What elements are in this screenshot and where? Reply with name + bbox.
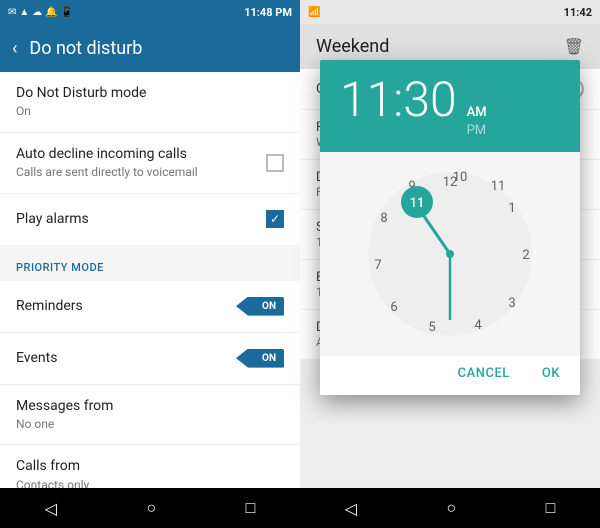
setting-dnd-text: Do Not Disturb mode On — [16, 84, 284, 120]
time-left: 11:48 PM — [244, 6, 292, 19]
setting-reminders-title: Reminders — [16, 297, 236, 315]
setting-messages-from[interactable]: Messages from No one — [0, 385, 300, 446]
camera-icon: 🔔 — [45, 7, 57, 18]
setting-reminders[interactable]: Reminders ON — [0, 281, 300, 333]
reminders-toggle[interactable]: ON — [236, 297, 284, 316]
clock-face-container[interactable]: 12 1 2 3 4 5 6 7 8 9 10 11 — [320, 152, 580, 356]
clock-svg: 12 1 2 3 4 5 6 7 8 9 10 11 — [360, 164, 540, 344]
setting-auto-subtitle: Calls are sent directly to voicemail — [16, 165, 266, 181]
setting-messages-text: Messages from No one — [16, 397, 284, 433]
sim-icon: 📶 — [308, 7, 320, 18]
cancel-button[interactable]: CANCEL — [450, 360, 518, 387]
svg-text:7: 7 — [374, 258, 381, 273]
back-nav-left[interactable]: ◁ — [45, 499, 57, 518]
svg-text:3: 3 — [508, 296, 515, 311]
setting-dnd-subtitle: On — [16, 104, 284, 120]
recent-nav-right[interactable]: □ — [546, 498, 556, 518]
right-panel: 📶 11:42 Weekend 🗑 Off Rule n Weeke... Da… — [300, 0, 600, 528]
play-alarms-checkbox[interactable]: ✓ — [266, 210, 284, 228]
home-nav-left[interactable]: ○ — [146, 498, 156, 518]
setting-auto-decline[interactable]: Auto decline incoming calls Calls are se… — [0, 133, 300, 194]
setting-messages-title: Messages from — [16, 397, 284, 415]
setting-messages-subtitle: No one — [16, 417, 284, 433]
setting-auto-text: Auto decline incoming calls Calls are se… — [16, 145, 266, 181]
status-bar-left: ✉ ▲ ☁ 🔔 📱 11:48 PM — [0, 0, 300, 24]
setting-calls-from[interactable]: Calls from Contacts only — [0, 445, 300, 488]
trash-icon[interactable]: 🗑 — [564, 37, 584, 56]
setting-calls-text: Calls from Contacts only — [16, 457, 284, 488]
events-toggle[interactable]: ON — [236, 349, 284, 368]
header-title-left: Do not disturb — [29, 38, 142, 59]
svg-text:10: 10 — [453, 170, 468, 185]
svg-text:4: 4 — [474, 318, 482, 333]
svg-text:1: 1 — [508, 201, 515, 216]
setting-auto-title: Auto decline incoming calls — [16, 145, 266, 163]
svg-text:8: 8 — [380, 211, 387, 226]
status-bar-right: 📶 11:42 — [300, 0, 600, 24]
svg-text:11: 11 — [491, 179, 506, 194]
recent-nav-left[interactable]: □ — [246, 498, 256, 518]
setting-reminders-text: Reminders — [16, 297, 236, 315]
back-nav-right[interactable]: ◁ — [345, 499, 357, 518]
status-icons-right: 📶 — [308, 7, 320, 18]
auto-decline-checkbox[interactable] — [266, 154, 284, 172]
back-arrow-icon[interactable]: ‹ — [12, 38, 17, 59]
time-right: 11:42 — [564, 6, 592, 19]
svg-text:2: 2 — [522, 248, 529, 263]
left-panel: ✉ ▲ ☁ 🔔 📱 11:48 PM ‹ Do not disturb Do N… — [0, 0, 300, 528]
signal-icon: ▲ — [19, 7, 29, 18]
cloud-icon: ☁ — [32, 7, 42, 18]
message-icon: ✉ — [8, 7, 16, 18]
setting-calls-subtitle: Contacts only — [16, 478, 284, 488]
setting-dnd-mode[interactable]: Do Not Disturb mode On — [0, 72, 300, 133]
settings-list: Do Not Disturb mode On Auto decline inco… — [0, 72, 300, 488]
phone-icon: 📱 — [61, 7, 73, 18]
setting-calls-title: Calls from — [16, 457, 284, 475]
ok-button[interactable]: OK — [534, 360, 568, 387]
setting-dnd-title: Do Not Disturb mode — [16, 84, 284, 102]
home-nav-right[interactable]: ○ — [446, 498, 456, 518]
clock-face[interactable]: 12 1 2 3 4 5 6 7 8 9 10 11 — [360, 164, 540, 344]
clock-dialog: 11:30 AM PM 12 1 2 3 4 5 6 — [320, 60, 580, 395]
setting-alarms-title: Play alarms — [16, 210, 266, 228]
setting-events-text: Events — [16, 349, 236, 367]
navbar-right: ◁ ○ □ — [300, 488, 600, 528]
pm-option[interactable]: PM — [467, 122, 487, 140]
am-option[interactable]: AM — [467, 104, 487, 122]
clock-ampm: AM PM — [467, 104, 487, 140]
header-left: ‹ Do not disturb — [0, 24, 300, 72]
priority-mode-section: PRIORITY MODE — [0, 246, 300, 281]
svg-text:11: 11 — [410, 196, 425, 211]
clock-actions: CANCEL OK — [320, 356, 580, 395]
setting-events[interactable]: Events ON — [0, 333, 300, 385]
status-icons-left: ✉ ▲ ☁ 🔔 📱 — [8, 7, 73, 18]
weekend-title: Weekend — [316, 36, 389, 57]
navbar-left: ◁ ○ □ — [0, 488, 300, 528]
setting-alarms-text: Play alarms — [16, 210, 266, 228]
clock-time-display: 11:30 — [340, 76, 457, 124]
svg-text:5: 5 — [428, 320, 435, 335]
clock-header: 11:30 AM PM — [320, 60, 580, 152]
svg-text:6: 6 — [390, 300, 397, 315]
section-header-text: PRIORITY MODE — [16, 261, 104, 274]
setting-play-alarms[interactable]: Play alarms ✓ — [0, 194, 300, 246]
setting-events-title: Events — [16, 349, 236, 367]
